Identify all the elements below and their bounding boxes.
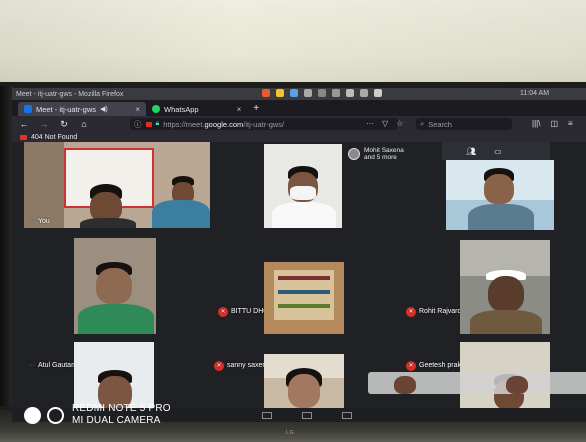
keyboard-icon[interactable] <box>318 89 326 97</box>
new-tab-button[interactable]: + <box>247 102 265 116</box>
whatsapp-icon <box>152 105 160 113</box>
wall-shading <box>0 0 586 92</box>
wifi-icon[interactable] <box>304 89 312 97</box>
nav-toolbar: ← → ↻ ⌂ ⓘ 🔒︎ https://meet.google.com/itj… <box>12 116 586 132</box>
person-head <box>394 376 416 394</box>
bookmarks-bar: 404 Not Found <box>12 132 586 142</box>
forward-arrow-icon[interactable]: → <box>38 119 50 129</box>
window-title: Meet - itj-uatr-gws - Mozilla Firefox <box>16 90 124 98</box>
mic-off-icon: ✕ <box>406 360 416 371</box>
firefox-tray-icon[interactable] <box>262 89 270 97</box>
mic-off-icon: ✕ <box>214 360 224 371</box>
tab-bar: Meet - itj-uatr-gws ◀) × WhatsApp × + <box>12 100 586 116</box>
nav-right-icons: |||\ ◫ ≡ <box>532 119 573 128</box>
sidebar-icon[interactable]: ◫ <box>550 119 558 128</box>
camera-watermark: REDMI NOTE 5 PRO MI DUAL CAMERA <box>24 403 171 427</box>
watermark-line-2: MI DUAL CAMERA <box>72 415 161 426</box>
participant-tile-8[interactable] <box>264 354 344 414</box>
battery-icon[interactable] <box>360 89 368 97</box>
camera-permission-icon[interactable] <box>145 121 152 127</box>
more-participants[interactable]: Mohit Saxena and 5 more <box>348 142 440 166</box>
participant-tile-sanny[interactable] <box>264 262 344 334</box>
tv-screen: Meet - itj-uatr-gws - Mozilla Firefox 11… <box>12 88 586 414</box>
meet-top-controls: 👥︎ ▭ <box>442 142 550 160</box>
person-head <box>506 376 528 394</box>
dropbox-tray-icon[interactable] <box>290 89 298 97</box>
address-bar[interactable]: ⓘ 🔒︎ https://meet.google.com/itj-uatr-gw… <box>130 118 398 130</box>
close-tab-icon[interactable]: × <box>135 105 140 114</box>
participant-name: ··· Atul Gautam <box>28 362 77 369</box>
taskbar-window-icon[interactable] <box>342 411 352 419</box>
url-actions: ··· ▽ ☆ <box>366 119 403 128</box>
close-tab-icon[interactable]: × <box>237 105 242 114</box>
tab-meet[interactable]: Meet - itj-uatr-gws ◀) × <box>18 102 146 116</box>
participant-tile-atul[interactable] <box>74 238 156 334</box>
person-head <box>96 268 132 304</box>
chat-icon[interactable]: ▭ <box>494 147 502 156</box>
tv-brand-logo: LG <box>286 430 295 436</box>
meet-video-grid: ··· You ✕ BITTU DHOREA Mohit Saxena and 5 … <box>12 142 586 414</box>
taskbar-window-icon[interactable] <box>262 411 272 419</box>
people-icon[interactable]: 👥︎ <box>466 147 476 156</box>
bookmark-item[interactable]: 404 Not Found <box>31 134 77 141</box>
avatar <box>348 148 360 160</box>
tab-label: Meet - itj-uatr-gws <box>36 104 97 114</box>
system-tray <box>262 89 382 97</box>
more-participants-label: Mohit Saxena and 5 more <box>364 147 404 161</box>
room-wall <box>24 142 64 228</box>
google-meet-icon <box>24 105 32 113</box>
bookmark-star-icon[interactable]: ☆ <box>396 119 403 128</box>
info-icon[interactable]: ⓘ <box>134 119 142 130</box>
search-placeholder: Search <box>428 119 452 129</box>
url-text: https://meet.google.com/itj-uatr-gws/ <box>163 119 285 129</box>
shelf <box>278 304 330 308</box>
person-head <box>288 374 320 408</box>
reload-icon[interactable]: ↻ <box>58 119 70 130</box>
back-arrow-icon[interactable]: ← <box>18 119 30 129</box>
clock[interactable]: 11:04 AM <box>520 90 549 97</box>
volume-icon[interactable] <box>374 89 382 97</box>
bluetooth-icon[interactable] <box>332 89 340 97</box>
tab-label: WhatsApp <box>164 104 199 114</box>
person-head <box>484 174 514 204</box>
os-top-bar: Meet - itj-uatr-gws - Mozilla Firefox 11… <box>12 88 586 100</box>
watermark-ring-icon <box>47 406 64 424</box>
pocket-icon[interactable]: ▽ <box>382 119 388 128</box>
participant-name: ✕ sanny saxena <box>214 320 270 411</box>
shelf <box>278 276 330 280</box>
watermark-text: REDMI NOTE 5 PRO MI DUAL CAMERA <box>72 403 171 427</box>
search-bar[interactable]: ⌕ Search <box>416 118 512 130</box>
page-actions-icon[interactable]: ··· <box>366 119 374 128</box>
youtube-icon <box>20 134 27 140</box>
face-mask <box>290 186 316 200</box>
shelf <box>278 290 330 294</box>
watermark-dot-icon <box>24 406 41 424</box>
taskbar-window-icon[interactable] <box>302 411 312 419</box>
person-body <box>80 218 136 228</box>
speaker-icon[interactable]: ◀) <box>100 105 108 113</box>
participant-name: ··· You <box>28 218 50 225</box>
watermark-line-1: REDMI NOTE 5 PRO <box>72 403 171 414</box>
menu-icon[interactable]: ≡ <box>568 119 573 128</box>
search-icon: ⌕ <box>420 119 425 128</box>
lock-icon: 🔒︎ <box>155 120 160 127</box>
library-icon[interactable]: |||\ <box>532 119 540 128</box>
mail-tray-icon[interactable] <box>276 89 284 97</box>
person-body <box>468 204 534 230</box>
mic-off-icon: ✕ <box>218 306 228 317</box>
person-head <box>488 276 524 312</box>
mail-icon[interactable] <box>346 89 354 97</box>
participant-tile-you[interactable]: ··· You <box>24 142 210 228</box>
meet-notification-bar[interactable] <box>368 372 586 394</box>
home-icon[interactable]: ⌂ <box>78 119 90 129</box>
mic-off-icon: ✕ <box>406 306 416 317</box>
tab-whatsapp[interactable]: WhatsApp × <box>146 102 247 116</box>
person-body <box>152 200 210 228</box>
person-body <box>78 304 154 334</box>
